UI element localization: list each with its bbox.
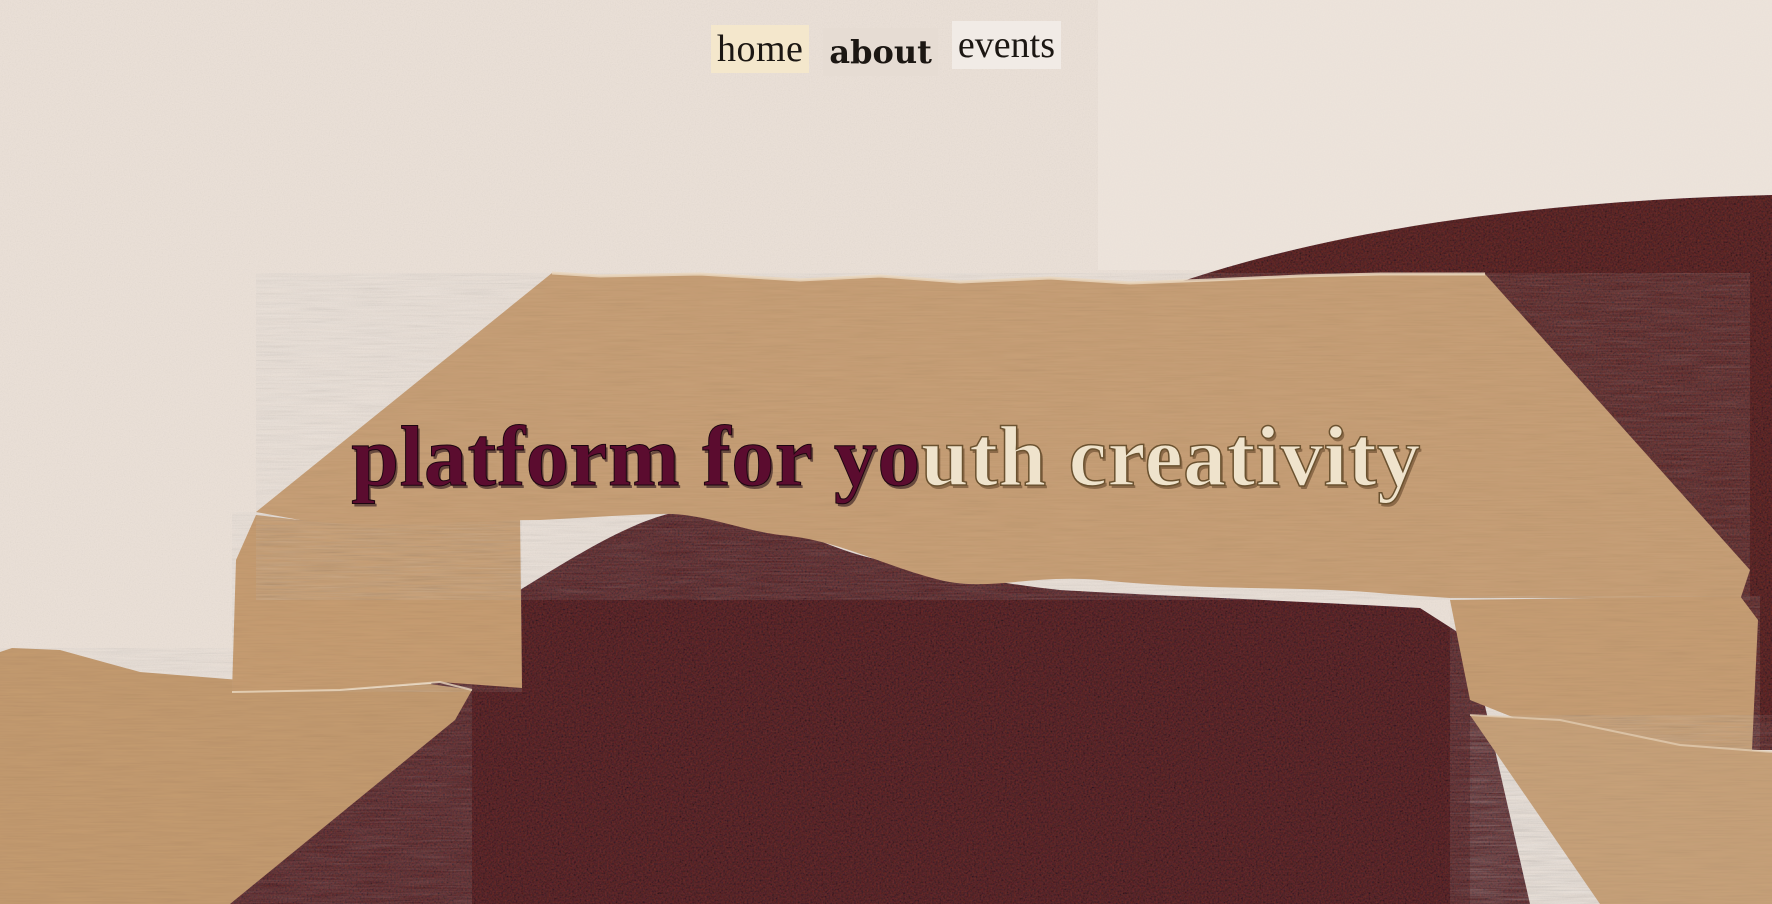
hero-headline: platform for youth creativity — [0, 406, 1772, 506]
nav-about-link[interactable]: about — [823, 28, 938, 76]
hero-headline-dark-part: platform for yo — [351, 407, 921, 504]
hero-headline-light-part: uth creativity — [920, 407, 1421, 505]
kraft-step-left — [232, 512, 522, 692]
nav-events-link[interactable]: events — [951, 21, 1061, 69]
nav-home-link[interactable]: home — [710, 25, 810, 73]
main-nav: home about events — [0, 21, 1772, 76]
